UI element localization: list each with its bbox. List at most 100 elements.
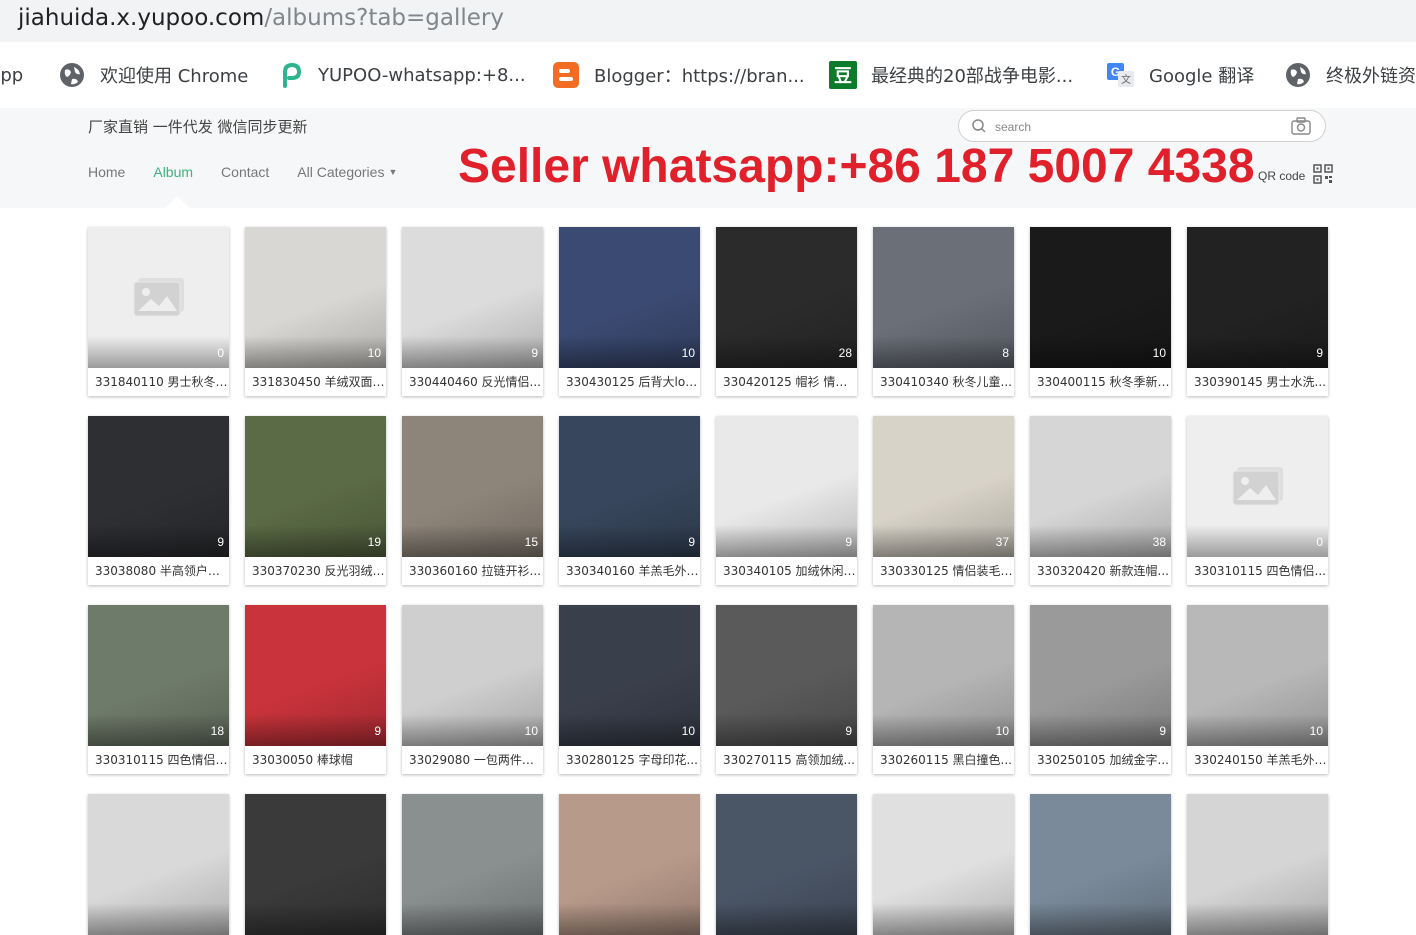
album-card[interactable]: 9 330340160 羊羔毛外套... xyxy=(559,416,700,585)
album-thumbnail[interactable]: 10 xyxy=(559,605,700,746)
album-thumbnail[interactable] xyxy=(873,794,1014,935)
album-title[interactable]: 330240150 羊羔毛外套... xyxy=(1187,746,1328,774)
album-card[interactable]: 9 33038080 半高领户外... xyxy=(88,416,229,585)
album-card[interactable] xyxy=(88,794,229,935)
address-bar[interactable]: jiahuida.x.yupoo.com/albums?tab=gallery xyxy=(0,0,1416,42)
album-thumbnail[interactable] xyxy=(402,794,543,935)
album-title[interactable]: 330270115 高领加绒... xyxy=(716,746,857,774)
nav-album[interactable]: Album xyxy=(153,164,193,180)
bookmark-welcome-chrome[interactable]: 欢迎使用 Chrome xyxy=(58,42,248,108)
album-card[interactable]: 9 33030050 棒球帽 xyxy=(245,605,386,774)
nav-contact[interactable]: Contact xyxy=(221,164,269,180)
album-thumbnail[interactable]: 9 xyxy=(88,416,229,557)
album-thumbnail[interactable]: 18 xyxy=(88,605,229,746)
album-card[interactable]: 10 330260115 黑白撞色... xyxy=(873,605,1014,774)
album-thumbnail[interactable] xyxy=(716,794,857,935)
album-thumbnail[interactable]: 28 xyxy=(716,227,857,368)
album-title[interactable]: 330250105 加绒金字... xyxy=(1030,746,1171,774)
album-card[interactable]: 10 330430125 后背大logo... xyxy=(559,227,700,396)
album-card[interactable]: 0 330310115 四色情侣... xyxy=(1187,416,1328,585)
album-card[interactable]: 28 330420125 帽衫 情侣... xyxy=(716,227,857,396)
album-thumbnail[interactable]: 10 xyxy=(873,605,1014,746)
qr-code-button[interactable]: QR code xyxy=(1258,164,1334,187)
album-title[interactable]: 330420125 帽衫 情侣... xyxy=(716,368,857,396)
album-thumbnail[interactable]: 9 xyxy=(716,605,857,746)
album-card[interactable] xyxy=(873,794,1014,935)
album-card[interactable] xyxy=(245,794,386,935)
album-thumbnail[interactable]: 10 xyxy=(402,605,543,746)
bookmark-yupoo[interactable]: YUPOO-whatsapp:+8... xyxy=(276,42,526,108)
album-card[interactable]: 9 330440460 反光情侣... xyxy=(402,227,543,396)
nav-all-categories[interactable]: All Categories ▼ xyxy=(297,164,397,180)
album-title[interactable]: 33038080 半高领户外... xyxy=(88,557,229,585)
album-title[interactable]: 330340160 羊羔毛外套... xyxy=(559,557,700,585)
album-card[interactable]: 18 330310115 四色情侣卫衣... xyxy=(88,605,229,774)
bookmark-blogger[interactable]: Blogger：https://bran... xyxy=(552,42,805,108)
album-thumbnail[interactable]: 15 xyxy=(402,416,543,557)
album-thumbnail[interactable]: 37 xyxy=(873,416,1014,557)
album-thumbnail[interactable]: 19 xyxy=(245,416,386,557)
bookmark-links[interactable]: 终极外链资 xyxy=(1284,42,1416,108)
album-title[interactable]: 33029080 一包两件套... xyxy=(402,746,543,774)
album-card[interactable] xyxy=(1187,794,1328,935)
album-thumbnail[interactable]: 10 xyxy=(1187,605,1328,746)
album-thumbnail[interactable] xyxy=(245,794,386,935)
album-card[interactable] xyxy=(559,794,700,935)
album-title[interactable]: 330280125 字母印花... xyxy=(559,746,700,774)
album-card[interactable]: 9 330340105 加绒休闲裤... xyxy=(716,416,857,585)
album-title[interactable]: 331830450 羊绒双面呢... xyxy=(245,368,386,396)
album-card[interactable] xyxy=(716,794,857,935)
album-title[interactable]: 330400115 秋冬季新款... xyxy=(1030,368,1171,396)
album-thumbnail[interactable]: 38 xyxy=(1030,416,1171,557)
url-text[interactable]: jiahuida.x.yupoo.com/albums?tab=gallery xyxy=(18,3,504,33)
album-thumbnail[interactable]: 9 xyxy=(245,605,386,746)
album-title[interactable]: 330310115 四色情侣... xyxy=(1187,557,1328,585)
album-card[interactable]: 9 330270115 高领加绒... xyxy=(716,605,857,774)
bookmark-douban[interactable]: 豆 最经典的20部战争电影... xyxy=(829,42,1073,108)
album-title[interactable]: 330370230 反光羽绒服... xyxy=(245,557,386,585)
album-title[interactable]: 330310115 四色情侣卫衣... xyxy=(88,746,229,774)
album-title[interactable]: 330330125 情侣装毛衣... xyxy=(873,557,1014,585)
album-card[interactable]: 19 330370230 反光羽绒服... xyxy=(245,416,386,585)
album-thumbnail[interactable]: 8 xyxy=(873,227,1014,368)
album-title[interactable]: 330390145 男士水洗... xyxy=(1187,368,1328,396)
album-title[interactable]: 330320420 新款连帽... xyxy=(1030,557,1171,585)
album-title[interactable]: 330430125 后背大logo... xyxy=(559,368,700,396)
album-card[interactable]: 10 33029080 一包两件套... xyxy=(402,605,543,774)
camera-icon[interactable] xyxy=(1291,117,1311,139)
album-card[interactable]: 9 330250105 加绒金字... xyxy=(1030,605,1171,774)
nav-home[interactable]: Home xyxy=(88,164,125,180)
album-thumbnail[interactable] xyxy=(1187,794,1328,935)
album-title[interactable]: 33030050 棒球帽 xyxy=(245,746,386,774)
album-card[interactable] xyxy=(1030,794,1171,935)
bookmark-app[interactable]: App xyxy=(0,42,23,108)
album-thumbnail[interactable]: 0 xyxy=(88,227,229,368)
album-thumbnail[interactable]: 9 xyxy=(716,416,857,557)
album-card[interactable]: 10 330240150 羊羔毛外套... xyxy=(1187,605,1328,774)
album-thumbnail[interactable]: 9 xyxy=(559,416,700,557)
album-card[interactable]: 38 330320420 新款连帽... xyxy=(1030,416,1171,585)
album-title[interactable]: 330260115 黑白撞色... xyxy=(873,746,1014,774)
album-thumbnail[interactable]: 9 xyxy=(402,227,543,368)
album-card[interactable]: 0 331840110 男士秋冬季... xyxy=(88,227,229,396)
album-title[interactable]: 330340105 加绒休闲裤... xyxy=(716,557,857,585)
album-title[interactable]: 330360160 拉链开衫... xyxy=(402,557,543,585)
album-card[interactable]: 10 330280125 字母印花... xyxy=(559,605,700,774)
album-thumbnail[interactable]: 10 xyxy=(1030,227,1171,368)
album-card[interactable]: 10 331830450 羊绒双面呢... xyxy=(245,227,386,396)
album-title[interactable]: 330410340 秋冬儿童... xyxy=(873,368,1014,396)
album-card[interactable]: 37 330330125 情侣装毛衣... xyxy=(873,416,1014,585)
album-thumbnail[interactable]: 9 xyxy=(1187,227,1328,368)
bookmark-google-translate[interactable]: G文 Google 翻译 xyxy=(1107,42,1254,108)
album-card[interactable]: 15 330360160 拉链开衫... xyxy=(402,416,543,585)
album-card[interactable]: 10 330400115 秋冬季新款... xyxy=(1030,227,1171,396)
album-card[interactable]: 9 330390145 男士水洗... xyxy=(1187,227,1328,396)
album-thumbnail[interactable] xyxy=(88,794,229,935)
album-thumbnail[interactable]: 10 xyxy=(559,227,700,368)
album-thumbnail[interactable]: 10 xyxy=(245,227,386,368)
search-input[interactable] xyxy=(993,115,1247,139)
album-title[interactable]: 331840110 男士秋冬季... xyxy=(88,368,229,396)
album-card[interactable] xyxy=(402,794,543,935)
album-thumbnail[interactable] xyxy=(1030,794,1171,935)
album-title[interactable]: 330440460 反光情侣... xyxy=(402,368,543,396)
